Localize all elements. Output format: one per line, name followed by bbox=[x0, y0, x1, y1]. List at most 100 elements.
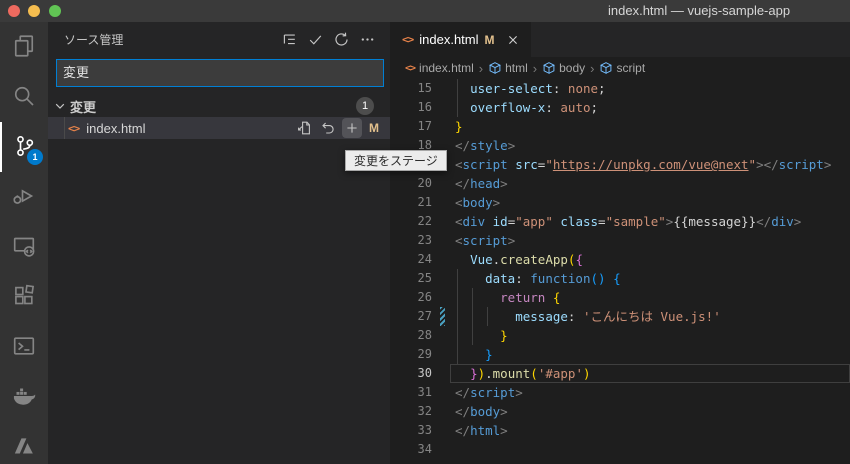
extensions-icon bbox=[12, 284, 36, 311]
changes-section-header[interactable]: 変更 1 bbox=[48, 95, 390, 117]
code-line-28[interactable]: 28 } bbox=[390, 326, 850, 345]
html-file-icon: <> bbox=[402, 33, 414, 46]
code-line-29[interactable]: 29 } bbox=[390, 345, 850, 364]
sidebar-title: ソース管理 bbox=[64, 32, 124, 47]
more-icon bbox=[359, 36, 376, 51]
code-line-text: } bbox=[485, 347, 493, 362]
indent-guide bbox=[457, 269, 458, 364]
tab-bar: <> index.html M bbox=[390, 22, 850, 57]
sidebar-header: ソース管理 bbox=[48, 22, 390, 56]
breadcrumb-label: index.html bbox=[419, 61, 474, 75]
breadcrumb-label: script bbox=[616, 61, 646, 75]
code-line-text: overflow-x: auto; bbox=[470, 100, 599, 115]
code-line-32[interactable]: 32 </body> bbox=[390, 402, 850, 421]
code-line-21[interactable]: 21 <body> bbox=[390, 193, 850, 212]
close-window-button[interactable] bbox=[8, 5, 20, 17]
line-number: 22 bbox=[417, 214, 432, 228]
breadcrumb-item-html[interactable]: html bbox=[488, 61, 528, 75]
activity-bar-item-extensions[interactable] bbox=[0, 272, 48, 322]
line-number: 16 bbox=[417, 100, 432, 114]
code-line-text: } bbox=[500, 328, 508, 343]
line-number: 32 bbox=[417, 404, 432, 418]
remote-icon bbox=[12, 234, 36, 261]
breadcrumb-separator: › bbox=[532, 60, 538, 76]
open-file-button[interactable] bbox=[294, 118, 314, 138]
tab-index-html[interactable]: <> index.html M bbox=[390, 22, 531, 57]
activity-bar-item-terminal[interactable] bbox=[0, 322, 48, 372]
breadcrumb-separator: › bbox=[478, 60, 484, 76]
code-line-text: </body> bbox=[455, 404, 508, 419]
files-icon bbox=[12, 34, 36, 61]
code-line-25[interactable]: 25 data: function() { bbox=[390, 269, 850, 288]
run-debug-icon bbox=[12, 184, 36, 211]
code-line-27[interactable]: 27 message: 'こんにちは Vue.js!' bbox=[390, 307, 850, 326]
modified-status-badge: M bbox=[369, 121, 379, 135]
source-control-count-badge: 1 bbox=[27, 149, 43, 165]
code-line-text: user-select: none; bbox=[470, 81, 606, 96]
code-line-16[interactable]: 16 overflow-x: auto; bbox=[390, 98, 850, 117]
source-control-sidebar: ソース管理 変更 変更 1 <> index.html M bbox=[48, 22, 390, 464]
code-line-22[interactable]: 22 <div id="app" class="sample">{{message… bbox=[390, 212, 850, 231]
code-line-text: return { bbox=[500, 290, 561, 305]
activity-bar-item-remote-explorer[interactable] bbox=[0, 222, 48, 272]
commit-message-input[interactable]: 変更 bbox=[56, 59, 384, 87]
code-line-text: } bbox=[455, 119, 463, 134]
activity-bar-item-run-debug[interactable] bbox=[0, 172, 48, 222]
code-line-34[interactable]: 34 bbox=[390, 440, 850, 459]
code-line-text: </style> bbox=[455, 138, 516, 153]
discard-changes-button[interactable] bbox=[318, 118, 338, 138]
code-line-20[interactable]: 20 </head> bbox=[390, 174, 850, 193]
zoom-window-button[interactable] bbox=[49, 5, 61, 17]
line-number: 17 bbox=[417, 119, 432, 133]
activity-bar-item-docker[interactable] bbox=[0, 372, 48, 422]
code-line-19[interactable]: 19<script src="https://unpkg.com/vue@nex… bbox=[390, 155, 850, 174]
symbol-cube-icon bbox=[599, 61, 613, 75]
symbol-cube-icon bbox=[542, 61, 556, 75]
line-number: 29 bbox=[417, 347, 432, 361]
breadcrumb-item-body[interactable]: body bbox=[542, 61, 585, 75]
activity-bar-item-azure[interactable] bbox=[0, 422, 48, 464]
activity-bar-item-search[interactable] bbox=[0, 72, 48, 122]
code-line-17[interactable]: 17} bbox=[390, 117, 850, 136]
window-title: index.html — vuejs-sample-app bbox=[608, 3, 791, 18]
git-modified-gutter-marker bbox=[440, 307, 445, 326]
commit-message-value: 変更 bbox=[63, 65, 90, 80]
changes-section-label: 変更 bbox=[70, 99, 97, 115]
minimize-window-button[interactable] bbox=[28, 5, 40, 17]
code-line-text: data: function() { bbox=[485, 271, 621, 286]
search-icon bbox=[12, 84, 36, 111]
line-number: 21 bbox=[417, 195, 432, 209]
more-actions-button[interactable] bbox=[359, 31, 376, 48]
code-line-33[interactable]: 33 </html> bbox=[390, 421, 850, 440]
code-line-31[interactable]: 31 </script> bbox=[390, 383, 850, 402]
view-as-tree-button[interactable] bbox=[281, 31, 298, 48]
code-line-24[interactable]: 24 Vue.createApp({ bbox=[390, 250, 850, 269]
code-line-23[interactable]: 23 <script> bbox=[390, 231, 850, 250]
stage-changes-button[interactable] bbox=[342, 118, 362, 138]
activity-bar-item-source-control[interactable]: 1 bbox=[0, 122, 48, 172]
html-file-icon: <> bbox=[405, 62, 416, 74]
refresh-icon bbox=[333, 32, 350, 51]
commit-button[interactable] bbox=[307, 31, 324, 48]
close-tab-icon[interactable] bbox=[505, 32, 521, 48]
changed-file-row[interactable]: <> index.html M bbox=[48, 117, 390, 139]
breadcrumb-item-index-html[interactable]: <> index.html bbox=[405, 61, 474, 75]
code-line-18[interactable]: 18 </style> bbox=[390, 136, 850, 155]
activity-bar-item-explorer[interactable] bbox=[0, 22, 48, 72]
breadcrumb-item-script[interactable]: script bbox=[599, 61, 645, 75]
code-line-26[interactable]: 26 return { bbox=[390, 288, 850, 307]
refresh-button[interactable] bbox=[333, 31, 350, 48]
code-line-15[interactable]: 15 user-select: none; bbox=[390, 79, 850, 98]
title-bar: index.html — vuejs-sample-app bbox=[0, 0, 850, 22]
code-line-text: </script> bbox=[455, 385, 523, 400]
chevron-down-icon bbox=[52, 98, 68, 114]
tree-indent-guide bbox=[64, 117, 65, 139]
breadcrumb: <> index.html › html › body › script bbox=[390, 57, 850, 79]
html-file-icon: <> bbox=[68, 121, 80, 135]
code-editor[interactable]: 15 user-select: none; 16 overflow-x: auto… bbox=[390, 79, 850, 464]
breadcrumb-label: html bbox=[505, 61, 528, 75]
line-number: 31 bbox=[417, 385, 432, 399]
line-number: 24 bbox=[417, 252, 432, 266]
azure-icon bbox=[12, 434, 36, 461]
tab-label: index.html bbox=[419, 32, 479, 47]
